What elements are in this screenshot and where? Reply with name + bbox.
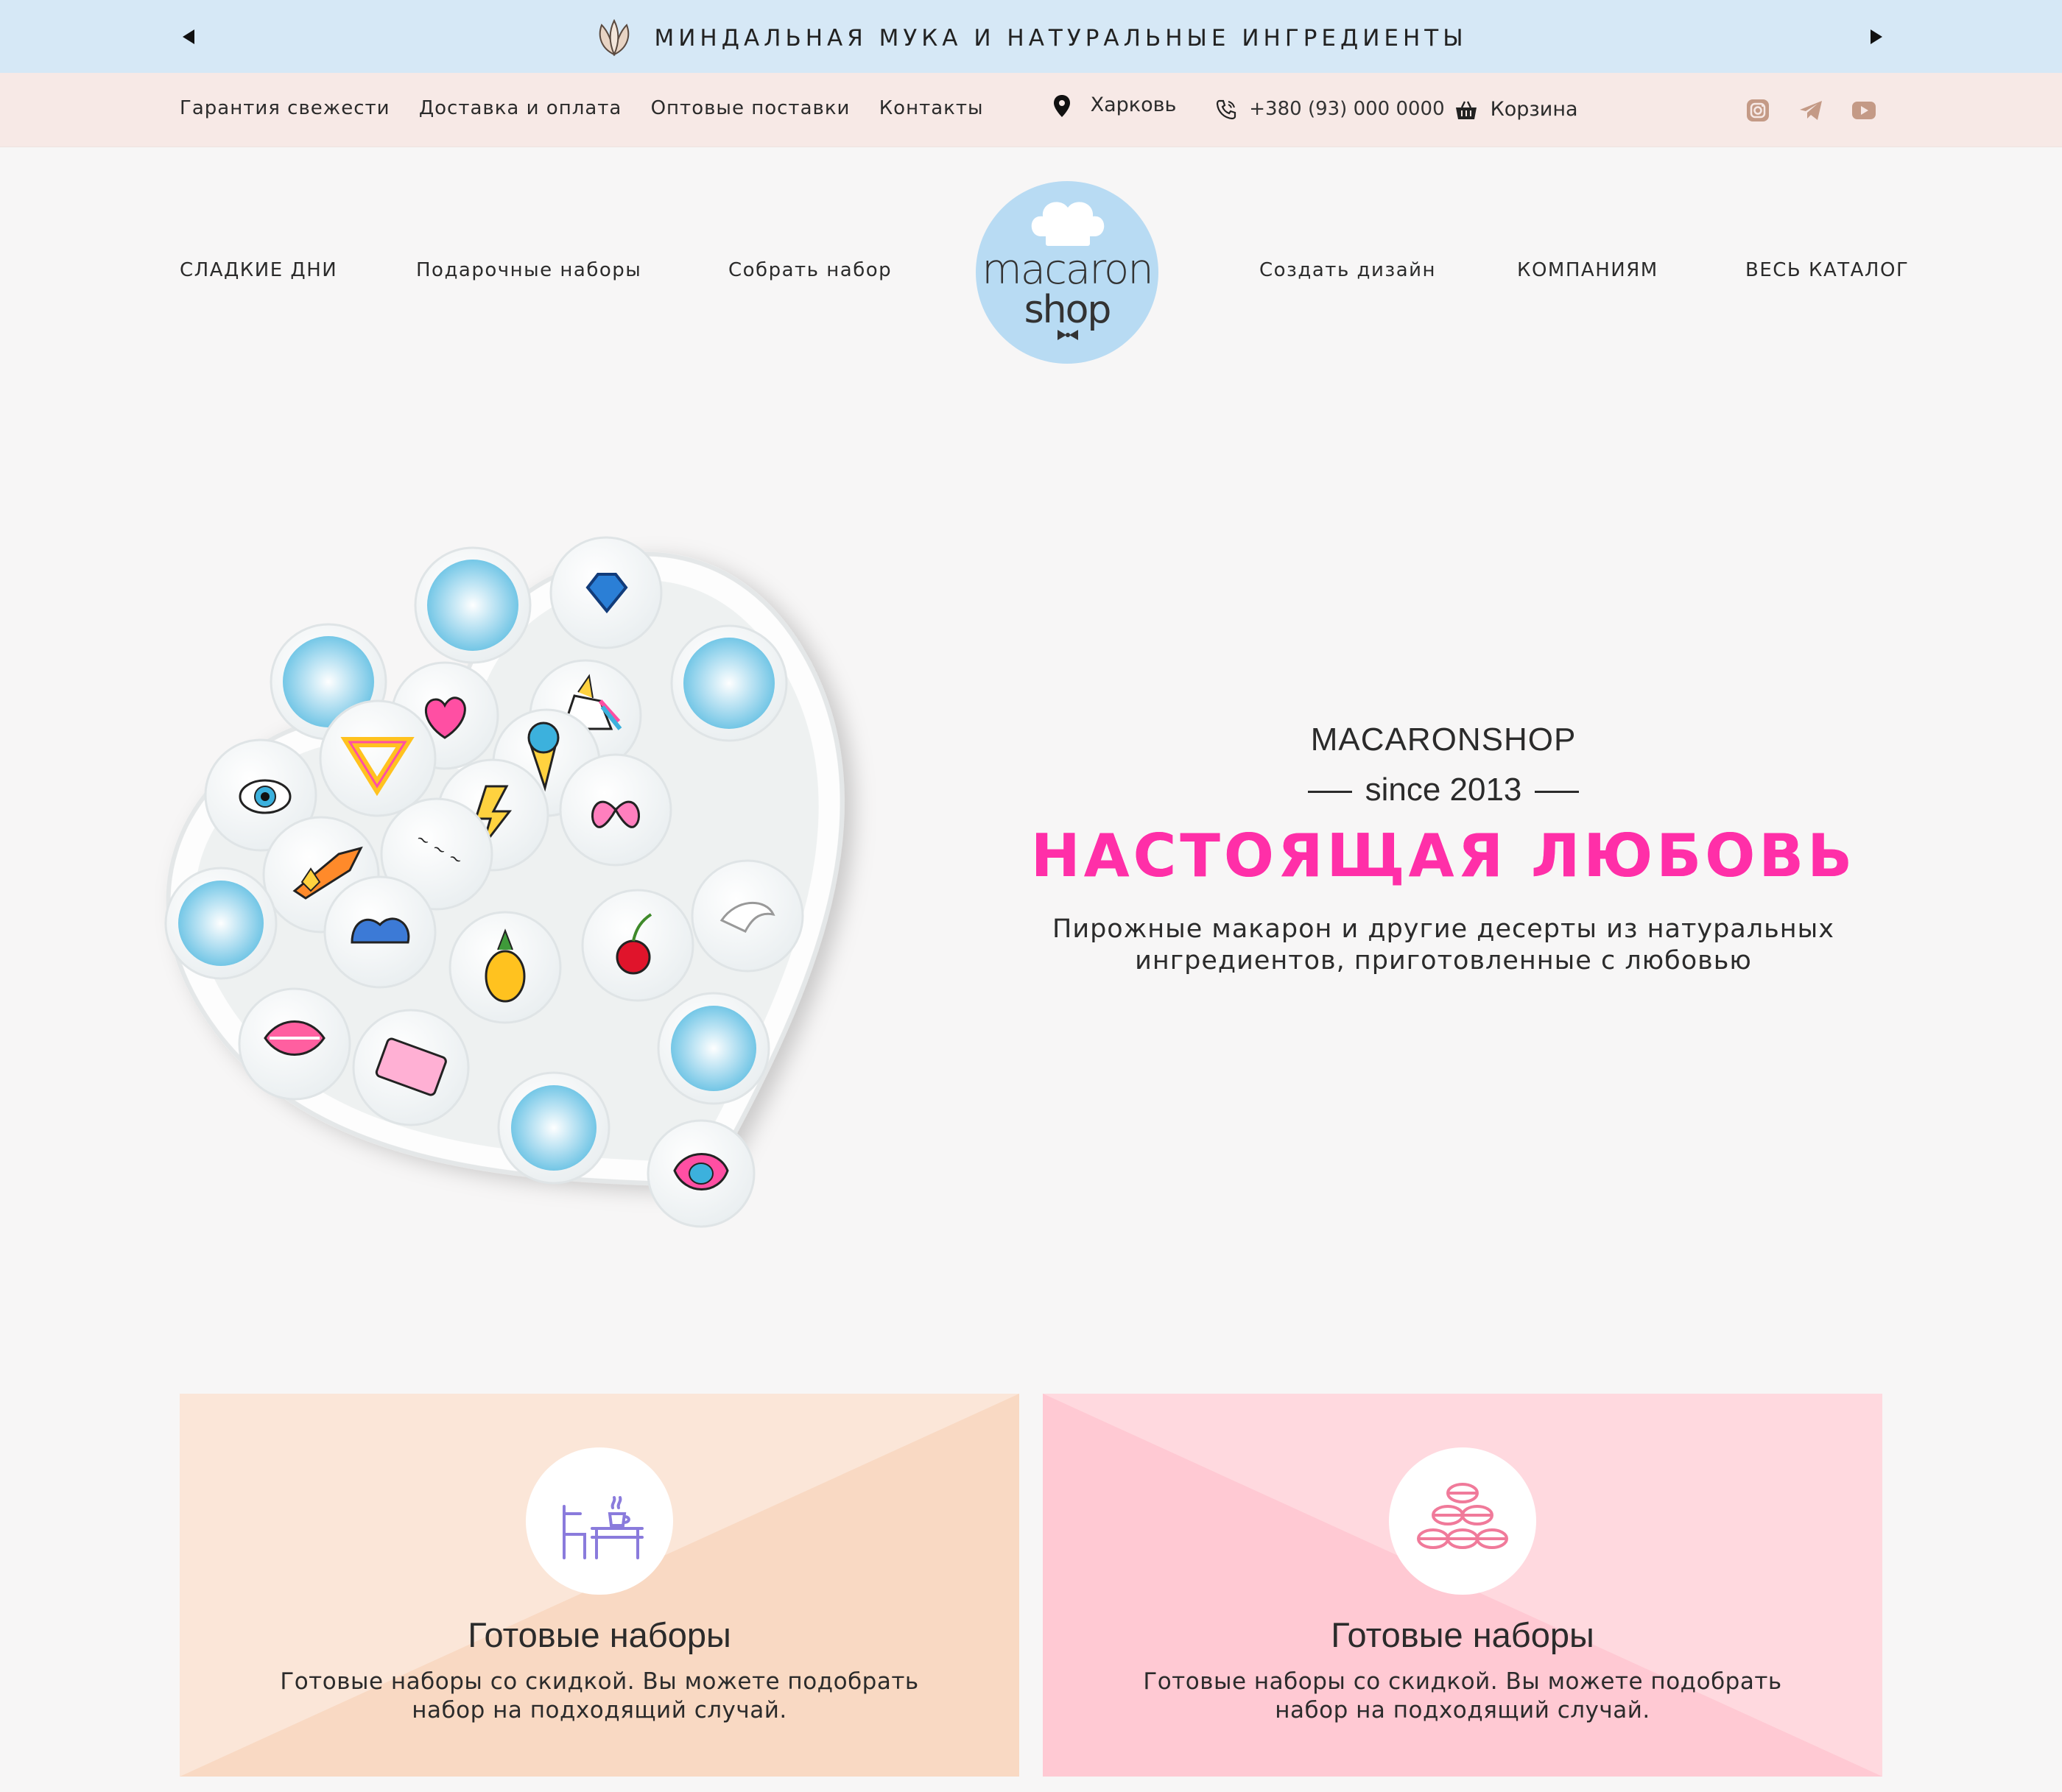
promo-message: МИНДАЛЬНАЯ МУКА И НАТУРАЛЬНЫЕ ИНГРЕДИЕНТ… (0, 19, 2062, 57)
cart-link[interactable]: Корзина (1454, 98, 1578, 121)
since-dash-right (1535, 790, 1580, 793)
nav-sweet-days[interactable]: СЛАДКИЕ ДНИ (180, 259, 337, 281)
cafe-table-icon (563, 1496, 644, 1559)
promo-bar: МИНДАЛЬНАЯ МУКА И НАТУРАЛЬНЫЕ ИНГРЕДИЕНТ… (0, 0, 2062, 73)
phone-icon (1216, 99, 1236, 119)
hero-description-line2: ингредиентов, приготовленные с любовью (1135, 946, 1752, 976)
card-title: Готовые наборы (1331, 1615, 1594, 1654)
logo-text-shop: shop (1024, 288, 1112, 332)
youtube-icon[interactable] (1851, 98, 1876, 123)
nav-build-set[interactable]: Собрать набор (728, 259, 892, 281)
basket-icon (1456, 100, 1477, 119)
phone-link[interactable]: +380 (93) 000 0000 (1215, 98, 1445, 121)
promo-text: МИНДАЛЬНАЯ МУКА И НАТУРАЛЬНЫЕ ИНГРЕДИЕНТ… (654, 25, 1468, 52)
hero-brand: MACARONSHOP (1310, 722, 1577, 758)
link-delivery[interactable]: Доставка и оплата (419, 97, 622, 119)
card-ready-sets-1[interactable]: Готовые наборы Готовые наборы со скидкой… (180, 1394, 1019, 1777)
nav-catalog[interactable]: ВЕСЬ КАТАЛОГ (1745, 259, 1909, 281)
card-text: Готовые наборы со скидкой. Вы можете под… (1131, 1668, 1794, 1725)
card-ready-sets-2[interactable]: Готовые наборы Готовые наборы со скидкой… (1043, 1394, 1882, 1777)
hero-description-line1: Пирожные макарон и другие десерты из нат… (1052, 914, 1834, 944)
card-title: Готовые наборы (468, 1615, 731, 1654)
next-arrow-icon[interactable] (1862, 22, 1891, 52)
almond-leaf-icon (599, 19, 630, 57)
hero-since: since 2013 (1002, 772, 1885, 808)
logo-text-macaron: macaron (982, 246, 1154, 294)
instagram-icon[interactable] (1745, 98, 1770, 123)
city-selector[interactable]: Харковь (1053, 94, 1176, 118)
since-text: since 2013 (1365, 772, 1522, 808)
cart-label: Корзина (1490, 98, 1578, 121)
utility-bar: Гарантия свежести Доставка и оплата Опто… (0, 73, 2062, 147)
link-contacts[interactable]: Контакты (879, 97, 984, 119)
telegram-icon[interactable] (1798, 98, 1823, 123)
location-pin-icon (1054, 94, 1070, 117)
nav-gift-sets[interactable]: Подарочные наборы (416, 259, 641, 281)
city-name: Харковь (1090, 94, 1177, 116)
link-wholesale[interactable]: Оптовые поставки (651, 97, 851, 119)
hero-description: Пирожные макарон и другие десерты из нат… (1002, 914, 1885, 977)
hero-headline: НАСТОЯЩАЯ ЛЮБОВЬ (1030, 822, 1857, 890)
macaron-heart-box-image: ~ ~ ~ (164, 536, 845, 1228)
nav-companies[interactable]: КОМПАНИЯМ (1517, 259, 1658, 281)
site-logo[interactable]: macaron shop (976, 181, 1158, 364)
bow-tie-icon (1058, 330, 1078, 340)
card-icon-circle (526, 1447, 673, 1595)
card-text-line2: набор на подходящий случай. (412, 1697, 787, 1724)
since-dash-left (1307, 790, 1352, 793)
chef-hat-icon (1031, 202, 1105, 246)
nav-create-design[interactable]: Создать дизайн (1259, 259, 1436, 281)
utility-links: Гарантия свежести Доставка и оплата Опто… (180, 97, 1006, 119)
phone-number: +380 (93) 000 0000 (1249, 98, 1445, 120)
macaron-stack-icon (1417, 1483, 1508, 1549)
hero-text: MACARONSHOP since 2013 НАСТОЯЩАЯ ЛЮБОВЬ … (1002, 722, 1885, 977)
card-text: Готовые наборы со скидкой. Вы можете под… (268, 1668, 931, 1725)
link-freshness[interactable]: Гарантия свежести (180, 97, 390, 119)
card-text-line1: Готовые наборы со скидкой. Вы можете под… (1143, 1668, 1782, 1695)
card-icon-circle (1389, 1447, 1536, 1595)
card-text-line1: Готовые наборы со скидкой. Вы можете под… (280, 1668, 919, 1695)
card-text-line2: набор на подходящий случай. (1275, 1697, 1650, 1724)
